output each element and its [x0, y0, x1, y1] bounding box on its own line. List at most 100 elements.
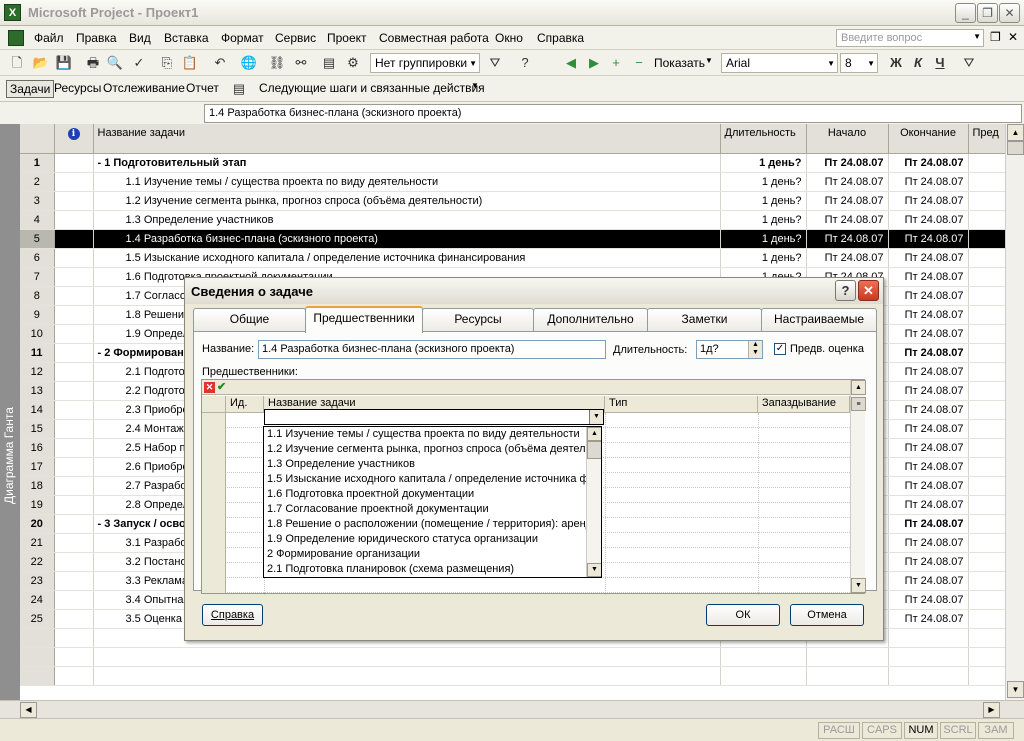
- predecessors-cell[interactable]: [968, 533, 1005, 553]
- pred-row-header[interactable]: [202, 503, 226, 518]
- dropdown-option[interactable]: 2.1 Подготовка планировок (схема размеще…: [264, 562, 586, 577]
- row-number[interactable]: 25: [20, 609, 55, 629]
- pred-row-header[interactable]: [202, 413, 226, 428]
- pred-row-header[interactable]: [202, 458, 226, 473]
- scroll-right-icon[interactable]: ▶: [983, 702, 1000, 718]
- font-size-select[interactable]: 8 ▼: [840, 53, 878, 73]
- row-number[interactable]: 6: [20, 248, 55, 268]
- finish-cell[interactable]: Пт 24.08.07: [888, 381, 969, 401]
- help-button[interactable]: Справка: [202, 604, 263, 626]
- maximize-button[interactable]: ❐: [977, 3, 998, 23]
- dropdown-option[interactable]: 1.8 Решение о расположении (помещение / …: [264, 517, 586, 532]
- empty-row[interactable]: [20, 666, 1005, 686]
- table-row[interactable]: 5 1.4 Разработка бизнес-плана (эскизного …: [20, 229, 1005, 249]
- scroll-thumb[interactable]: [587, 441, 601, 459]
- pred-row-header[interactable]: [202, 518, 226, 533]
- unlink-tasks-icon[interactable]: ⚯: [292, 54, 310, 72]
- scroll-down-icon[interactable]: ▼: [587, 563, 601, 577]
- table-row[interactable]: 2 1.1 Изучение темы / существа проекта по…: [20, 172, 1005, 192]
- dialog-help-icon[interactable]: ?: [835, 280, 856, 301]
- table-row[interactable]: 6 1.5 Изыскание исходного капитала / опре…: [20, 248, 1005, 268]
- ask-question-input[interactable]: Введите вопрос ▼: [836, 29, 984, 47]
- row-number[interactable]: 14: [20, 400, 55, 420]
- duration-cell[interactable]: 1 день?: [720, 248, 807, 268]
- table-row[interactable]: 1- 1 Подготовительный этап 1 день? Пт 24.0…: [20, 153, 1005, 173]
- predecessors-cell[interactable]: [968, 153, 1005, 173]
- tab-general[interactable]: Общие: [193, 308, 306, 331]
- predecessors-cell[interactable]: [968, 438, 1005, 458]
- guide-tracking-button[interactable]: Отслеживание: [100, 80, 188, 96]
- row-number[interactable]: 19: [20, 495, 55, 515]
- table-row[interactable]: 4 1.3 Определение участников 1 день? Пт 24.…: [20, 210, 1005, 230]
- predecessors-cell[interactable]: [968, 609, 1005, 629]
- finish-cell[interactable]: Пт 24.08.07: [888, 419, 969, 439]
- row-number[interactable]: 17: [20, 457, 55, 477]
- duration-cell[interactable]: 1 день?: [720, 172, 807, 192]
- task-info-icon[interactable]: ▤: [320, 54, 338, 72]
- pred-row-header[interactable]: [202, 473, 226, 488]
- duration-cell[interactable]: 1 день?: [720, 191, 807, 211]
- finish-cell[interactable]: Пт 24.08.07: [888, 248, 969, 268]
- name-header[interactable]: Название задачи: [93, 124, 721, 154]
- print-icon[interactable]: 🖶: [84, 54, 102, 72]
- row-number[interactable]: 20: [20, 514, 55, 534]
- scroll-down-icon[interactable]: ▼: [1007, 681, 1024, 698]
- guide-tasks-button[interactable]: Задачи: [6, 80, 55, 98]
- predecessors-cell[interactable]: [968, 172, 1005, 192]
- tab-custom-fields[interactable]: Настраиваемые поля: [761, 308, 877, 347]
- table-row[interactable]: 3 1.2 Изучение сегмента рынка, прогноз сп…: [20, 191, 1005, 211]
- predecessors-cell[interactable]: [968, 362, 1005, 382]
- predecessors-cell[interactable]: [968, 457, 1005, 477]
- menu-file[interactable]: Файл: [34, 31, 64, 45]
- duration-header[interactable]: Длительность: [720, 124, 807, 154]
- select-all-header[interactable]: [20, 124, 55, 154]
- finish-cell[interactable]: Пт 24.08.07: [888, 552, 969, 572]
- undo-icon[interactable]: ↶: [211, 54, 229, 72]
- task-name-cell[interactable]: 1.1 Изучение темы / существа проекта по …: [93, 172, 721, 192]
- finish-cell[interactable]: Пт 24.08.07: [888, 324, 969, 344]
- predecessors-header[interactable]: Пред: [968, 124, 1005, 154]
- help-icon[interactable]: ?: [516, 54, 534, 72]
- dropdown-option[interactable]: 1.2 Изучение сегмента рынка, прогноз спр…: [264, 442, 586, 457]
- save-icon[interactable]: 💾: [55, 54, 73, 72]
- tab-notes[interactable]: Заметки: [647, 308, 762, 331]
- row-number[interactable]: 4: [20, 210, 55, 230]
- plus-icon[interactable]: +: [607, 54, 625, 72]
- task-name-cell[interactable]: - 1 Подготовительный этап: [93, 153, 721, 173]
- arrow-right-icon[interactable]: ▶: [585, 54, 603, 72]
- row-number[interactable]: 8: [20, 286, 55, 306]
- row-number[interactable]: 2: [20, 172, 55, 192]
- finish-cell[interactable]: Пт 24.08.07: [888, 609, 969, 629]
- predecessors-cell[interactable]: [968, 514, 1005, 534]
- finish-cell[interactable]: Пт 24.08.07: [888, 457, 969, 477]
- start-header[interactable]: Начало: [806, 124, 889, 154]
- predecessors-cell[interactable]: [968, 495, 1005, 515]
- dropdown-option[interactable]: 1.9 Определение юридического статуса орг…: [264, 532, 586, 547]
- predecessors-cell[interactable]: [968, 571, 1005, 591]
- row-number[interactable]: 3: [20, 191, 55, 211]
- minimize-button[interactable]: _: [955, 3, 976, 23]
- pred-row[interactable]: [202, 578, 850, 593]
- row-number[interactable]: 23: [20, 571, 55, 591]
- menu-collaborate[interactable]: Совместная работа: [379, 31, 489, 45]
- task-name-input[interactable]: 1.4 Разработка бизнес-плана (эскизного п…: [258, 340, 606, 359]
- pred-row-header[interactable]: [202, 488, 226, 503]
- task-name-cell[interactable]: 1.2 Изучение сегмента рынка, прогноз спр…: [93, 191, 721, 211]
- guide-report-button[interactable]: Отчет: [183, 80, 222, 96]
- dropdown-option[interactable]: 1.7 Согласование проектной документации: [264, 502, 586, 517]
- dropdown-option[interactable]: 1.3 Определение участников: [264, 457, 586, 472]
- link-tasks-icon[interactable]: ⛓: [268, 54, 286, 72]
- row-number[interactable]: 12: [20, 362, 55, 382]
- show-dropdown[interactable]: Показать: [654, 56, 705, 70]
- finish-cell[interactable]: Пт 24.08.07: [888, 305, 969, 325]
- dropdown-arrow-icon[interactable]: ▼: [589, 410, 603, 424]
- finish-cell[interactable]: Пт 24.08.07: [888, 590, 969, 610]
- row-number[interactable]: 21: [20, 533, 55, 553]
- predecessors-cell[interactable]: [968, 381, 1005, 401]
- finish-cell[interactable]: Пт 24.08.07: [888, 153, 969, 173]
- finish-cell[interactable]: Пт 24.08.07: [888, 438, 969, 458]
- vertical-scrollbar[interactable]: ▲ ▼: [1005, 124, 1024, 700]
- duration-input[interactable]: 1д? ▲ ▼: [696, 340, 763, 359]
- menu-help[interactable]: Справка: [537, 31, 584, 45]
- finish-cell[interactable]: Пт 24.08.07: [888, 362, 969, 382]
